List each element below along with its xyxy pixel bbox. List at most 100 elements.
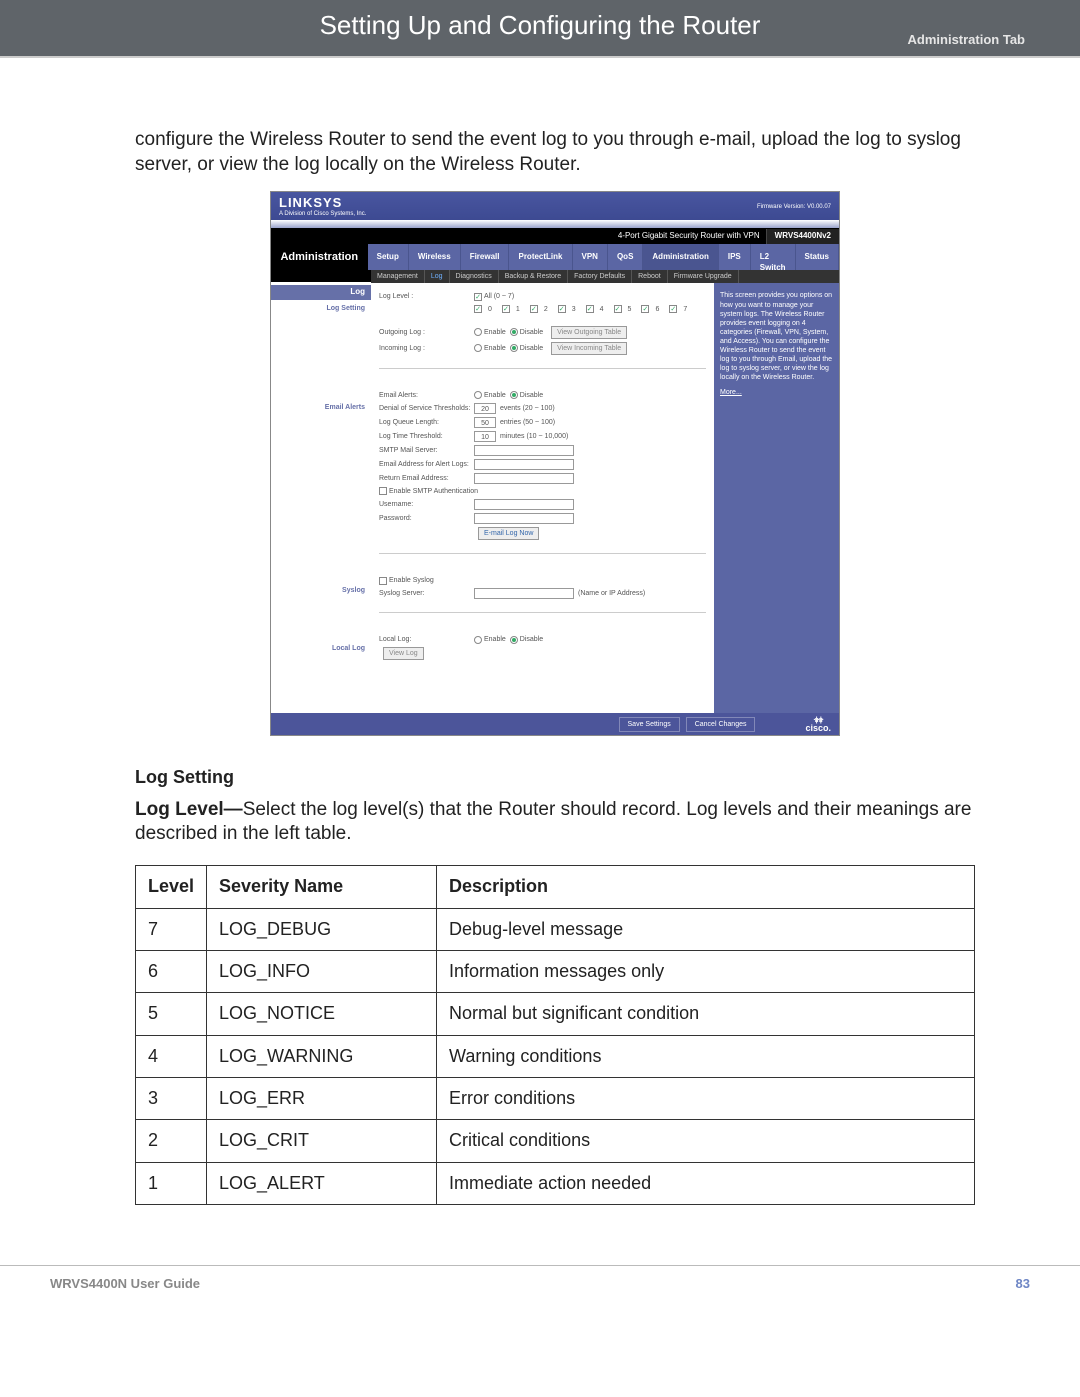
log-level-label: Log Level : (379, 292, 474, 301)
table-row: 4LOG_WARNINGWarning conditions (136, 1035, 975, 1077)
smtp-auth-checkbox[interactable] (379, 487, 387, 495)
level-checkbox-1[interactable] (502, 305, 510, 313)
alert-addr-input[interactable] (474, 459, 574, 470)
table-cell: Normal but significant condition (437, 993, 975, 1035)
level-checkbox-2[interactable] (530, 305, 538, 313)
table-header: Severity Name (207, 866, 437, 908)
local-enable[interactable]: Enable (474, 635, 506, 644)
loglevel-bold: Log Level— (135, 799, 243, 820)
table-cell: Error conditions (437, 1078, 975, 1120)
save-settings-button[interactable]: Save Settings (619, 717, 680, 732)
smtp-input[interactable] (474, 445, 574, 456)
checkbox-all[interactable] (474, 293, 482, 301)
view-outgoing-button[interactable]: View Outgoing Table (551, 326, 627, 339)
view-incoming-button[interactable]: View Incoming Table (551, 342, 627, 355)
table-cell: 7 (136, 908, 207, 950)
log-levels-table: LevelSeverity NameDescription 7LOG_DEBUG… (135, 865, 975, 1205)
shot-topbar: LINKSYS A Division of Cisco Systems, Inc… (271, 192, 839, 220)
cisco-logo: ·ı|ı·ı|ı· cisco. (805, 715, 831, 733)
local-log-label: Local Log: (379, 635, 474, 644)
subtab-log[interactable]: Log (425, 270, 450, 283)
table-cell: LOG_NOTICE (207, 993, 437, 1035)
cat-log-setting: Log Setting (271, 302, 371, 315)
help-more-link[interactable]: More... (720, 389, 742, 396)
outgoing-enable[interactable]: Enable (474, 328, 506, 337)
dos-input[interactable]: 20 (474, 403, 496, 414)
tab-wireless[interactable]: Wireless (409, 244, 461, 270)
dos-hint: events (20 ~ 100) (500, 404, 555, 413)
outgoing-disable[interactable]: Disable (510, 328, 543, 337)
level-check-label-1: 1 (516, 305, 520, 314)
queue-input[interactable]: 50 (474, 417, 496, 428)
table-cell: 1 (136, 1162, 207, 1204)
email-alerts-block: Email Alerts: Enable Disable Denial of S… (379, 391, 706, 554)
cat-log: Log (271, 285, 371, 299)
subtab-factory-defaults[interactable]: Factory Defaults (568, 270, 632, 283)
level-check-label-3: 3 (572, 305, 576, 314)
username-input[interactable] (474, 499, 574, 510)
shot-footer: Save Settings Cancel Changes ·ı|ı·ı|ı· c… (271, 713, 839, 735)
tab-administration[interactable]: Administration (643, 244, 718, 270)
syslog-server-label: Syslog Server: (379, 589, 474, 598)
return-addr-input[interactable] (474, 473, 574, 484)
subtab-management[interactable]: Management (371, 270, 425, 283)
cancel-changes-button[interactable]: Cancel Changes (686, 717, 756, 732)
loglevel-text: Select the log level(s) that the Router … (135, 799, 971, 845)
syslog-server-input[interactable] (474, 588, 574, 599)
email-log-now-button[interactable]: E-mail Log Now (478, 527, 539, 540)
tab-vpn[interactable]: VPN (573, 244, 608, 270)
tab-qos[interactable]: QoS (608, 244, 643, 270)
return-addr-label: Return Email Address: (379, 474, 474, 483)
help-text: This screen provides you options on how … (720, 291, 833, 382)
page-title: Setting Up and Configuring the Router (320, 10, 761, 40)
header-separator (0, 56, 1080, 58)
tab-setup[interactable]: Setup (368, 244, 409, 270)
view-log-button[interactable]: View Log (383, 647, 424, 660)
page-content: configure the Wireless Router to send th… (135, 128, 975, 1205)
subnav-spacer (271, 270, 371, 282)
enable-syslog-label: Enable Syslog (389, 576, 434, 585)
level-checkbox-3[interactable] (558, 305, 566, 313)
time-input[interactable]: 10 (474, 431, 496, 442)
table-row: 2LOG_CRITCritical conditions (136, 1120, 975, 1162)
level-check-label-7: 7 (683, 305, 687, 314)
subtab-firmware-upgrade[interactable]: Firmware Upgrade (668, 270, 739, 283)
subtab-reboot[interactable]: Reboot (632, 270, 668, 283)
sub-tabs: ManagementLogDiagnosticsBackup & Restore… (371, 270, 839, 283)
email-enable[interactable]: Enable (474, 391, 506, 400)
level-checkbox-7[interactable] (669, 305, 677, 313)
page-footer: WRVS4400N User Guide 83 (0, 1265, 1080, 1321)
tab-firewall[interactable]: Firewall (461, 244, 510, 270)
incoming-enable[interactable]: Enable (474, 344, 506, 353)
table-cell: LOG_ERR (207, 1078, 437, 1120)
local-disable[interactable]: Disable (510, 635, 543, 644)
cat-email: Email Alerts (271, 401, 371, 414)
gradient-separator (271, 220, 839, 228)
syslog-block: Enable Syslog Syslog Server:(Name or IP … (379, 576, 706, 613)
tab-status[interactable]: Status (796, 244, 839, 270)
password-input[interactable] (474, 513, 574, 524)
table-row: 7LOG_DEBUGDebug-level message (136, 908, 975, 950)
level-checkbox-0[interactable] (474, 305, 482, 313)
brand-subtitle: A Division of Cisco Systems, Inc. (279, 211, 831, 219)
subtab-diagnostics[interactable]: Diagnostics (450, 270, 499, 283)
table-cell: LOG_WARNING (207, 1035, 437, 1077)
enable-syslog-checkbox[interactable] (379, 577, 387, 585)
table-cell: Critical conditions (437, 1120, 975, 1162)
tab-ips[interactable]: IPS (719, 244, 751, 270)
section-label: Administration (271, 244, 368, 270)
level-checkbox-6[interactable] (641, 305, 649, 313)
password-label: Password: (379, 514, 474, 523)
level-checkbox-4[interactable] (586, 305, 594, 313)
shot-left-column: Log Log Setting Email Alerts Syslog Loca… (271, 283, 371, 714)
subtab-backup-restore[interactable]: Backup & Restore (499, 270, 568, 283)
incoming-disable[interactable]: Disable (510, 344, 543, 353)
email-disable[interactable]: Disable (510, 391, 543, 400)
cat-syslog: Syslog (271, 584, 371, 597)
level-checkbox-5[interactable] (614, 305, 622, 313)
level-check-label-2: 2 (544, 305, 548, 314)
tab-protectlink[interactable]: ProtectLink (509, 244, 572, 270)
table-cell: 5 (136, 993, 207, 1035)
queue-hint: entries (50 ~ 100) (500, 418, 555, 427)
tab-l2-switch[interactable]: L2 Switch (751, 244, 796, 270)
